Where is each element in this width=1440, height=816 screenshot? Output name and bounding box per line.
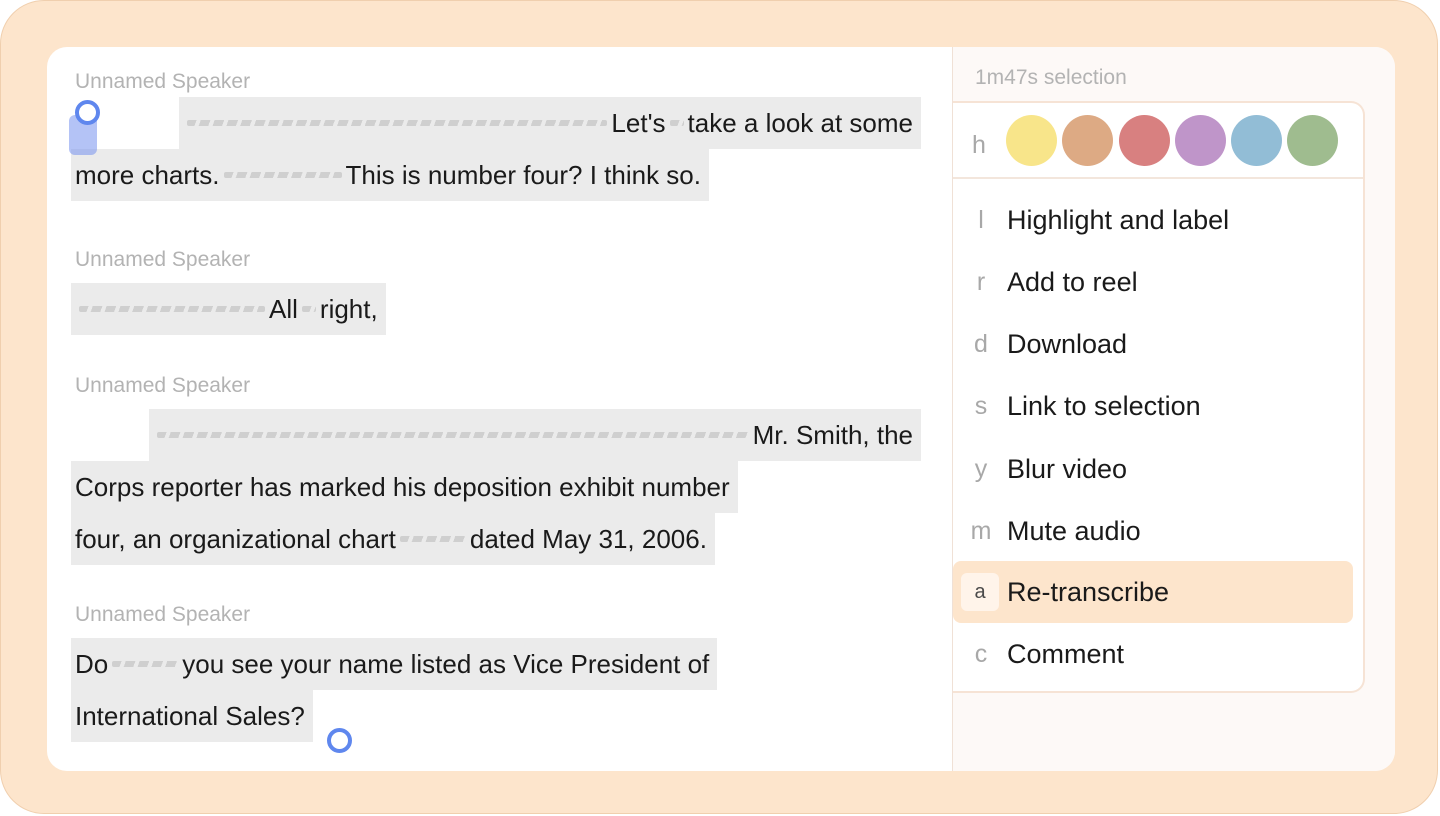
- menu-item-add-to-reel[interactable]: r Add to reel: [953, 251, 1353, 313]
- selection-start-knob[interactable]: [75, 100, 100, 125]
- transcript-segment[interactable]: Unnamed Speaker All right,: [71, 245, 921, 335]
- shortcut-key: r: [976, 268, 986, 296]
- menu-item-label: Link to selection: [1007, 391, 1201, 421]
- transcript-word[interactable]: Mr. Smith, the: [753, 420, 913, 450]
- menu-item-download[interactable]: d Download: [953, 313, 1353, 375]
- highlight-swatch-purple[interactable]: [1175, 115, 1226, 166]
- menu-item-link-to-selection[interactable]: s Link to selection: [953, 375, 1353, 437]
- app-frame: Unnamed Speaker Let's take a look at some…: [0, 0, 1438, 814]
- speaker-label: Unnamed Speaker: [75, 603, 251, 626]
- menu-item-label: Download: [1007, 329, 1128, 359]
- transcript-area[interactable]: Unnamed Speaker Let's take a look at some…: [47, 47, 952, 771]
- transcript-segment[interactable]: Unnamed Speaker Let's take a look at some…: [71, 67, 921, 201]
- transcript-segment[interactable]: Unnamed Speaker Do you see your name list…: [71, 600, 921, 742]
- menu-item-label: Add to reel: [1007, 267, 1138, 297]
- transcript-card: Unnamed Speaker Let's take a look at some…: [47, 47, 1395, 771]
- transcript-line[interactable]: Let's take a look at some: [179, 97, 921, 149]
- transcript-line[interactable]: Corps reporter has marked his deposition…: [71, 461, 738, 513]
- silence-gap: [223, 172, 342, 179]
- selection-menu: h l Highlight and label r Add to reel d …: [953, 101, 1365, 693]
- speaker-label: Unnamed Speaker: [75, 70, 251, 93]
- silence-gap: [187, 120, 608, 127]
- transcript-word[interactable]: International Sales?: [75, 701, 305, 731]
- transcript-word[interactable]: you see your name listed as Vice Preside…: [182, 649, 709, 679]
- shortcut-key: d: [974, 330, 988, 358]
- transcript-line[interactable]: Mr. Smith, the: [148, 409, 921, 461]
- transcript-word[interactable]: dated May 31, 2006.: [470, 524, 707, 554]
- transcript-word[interactable]: Let's: [611, 108, 665, 138]
- highlight-swatch-yellow[interactable]: [1006, 115, 1057, 166]
- selection-panel: 1m47s selection h l Highlight and label: [952, 47, 1395, 771]
- transcript-word[interactable]: Corps reporter has marked his deposition…: [75, 472, 730, 502]
- transcript-line[interactable]: International Sales?: [71, 690, 313, 742]
- transcript-word[interactable]: more charts.: [75, 160, 220, 190]
- menu-item-blur-video[interactable]: y Blur video: [953, 438, 1353, 500]
- silence-gap: [669, 120, 684, 127]
- menu-item-label: Blur video: [1007, 454, 1128, 484]
- highlight-swatch-green[interactable]: [1287, 115, 1338, 166]
- menu-item-mute-audio[interactable]: m Mute audio: [953, 500, 1353, 562]
- selection-end-knob[interactable]: [327, 728, 352, 753]
- transcript-line[interactable]: All right,: [71, 283, 386, 335]
- highlight-swatch-blue[interactable]: [1231, 115, 1282, 166]
- menu-item-comment[interactable]: c Comment: [953, 623, 1353, 685]
- menu-item-re-transcribe[interactable]: a Re-transcribe: [953, 561, 1353, 623]
- silence-gap: [156, 432, 749, 439]
- shortcut-key: h: [972, 131, 986, 159]
- selection-duration: 1m47s selection: [975, 66, 1127, 89]
- transcript-line[interactable]: Do you see your name listed as Vice Presi…: [71, 638, 718, 690]
- silence-gap: [79, 306, 265, 313]
- shortcut-key: y: [974, 455, 988, 483]
- silence-gap: [112, 661, 179, 668]
- shortcut-key: l: [978, 206, 984, 234]
- transcript-word[interactable]: This is number four? I think so.: [346, 160, 701, 190]
- silence-gap: [301, 306, 316, 313]
- highlight-color-row: h: [953, 103, 1363, 179]
- transcript-word[interactable]: Do: [75, 649, 108, 679]
- highlight-swatch-orange[interactable]: [1062, 115, 1113, 166]
- transcript-word[interactable]: four, an organizational chart: [75, 524, 396, 554]
- shortcut-key: s: [974, 392, 988, 420]
- transcript-segment[interactable]: Unnamed Speaker Mr. Smith, the Corps rep…: [71, 371, 921, 565]
- menu-item-label: Mute audio: [1007, 516, 1141, 546]
- shortcut-key: m: [970, 517, 992, 545]
- transcript-line[interactable]: more charts. This is number four? I think…: [71, 149, 709, 201]
- transcript-word[interactable]: right,: [320, 294, 378, 324]
- menu-item-highlight-and-label[interactable]: l Highlight and label: [953, 189, 1353, 251]
- transcript-line[interactable]: four, an organizational chart dated May 3…: [71, 513, 715, 565]
- transcript-word[interactable]: All: [269, 294, 298, 324]
- menu-item-label: Re-transcribe: [1007, 577, 1170, 607]
- menu-item-label: Highlight and label: [1007, 205, 1230, 235]
- shortcut-key: c: [974, 640, 988, 668]
- menu-item-label: Comment: [1007, 639, 1125, 669]
- transcript-word[interactable]: take a look at some: [688, 108, 913, 138]
- highlight-swatch-red[interactable]: [1119, 115, 1170, 166]
- speaker-label: Unnamed Speaker: [75, 248, 251, 271]
- shortcut-key: a: [961, 573, 999, 611]
- silence-gap: [399, 536, 466, 543]
- speaker-label: Unnamed Speaker: [75, 374, 251, 397]
